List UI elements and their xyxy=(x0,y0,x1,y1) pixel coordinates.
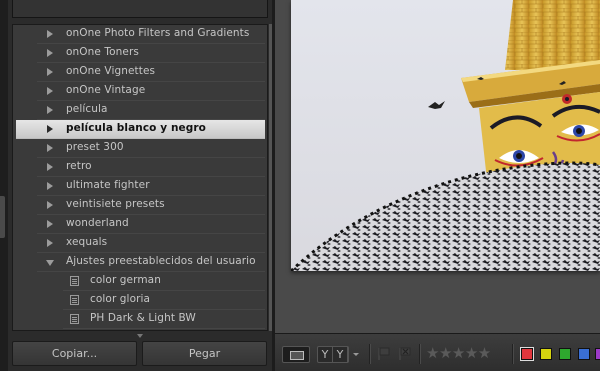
left-panel-edge xyxy=(0,0,8,371)
color-label-purple[interactable] xyxy=(595,348,600,360)
disclosure-triangle-icon[interactable] xyxy=(47,106,53,114)
reject-flag-icon[interactable] xyxy=(399,347,411,361)
presets-panel: onOne Photo Filters and Gradients onOne … xyxy=(12,24,268,331)
preset-folder-onone-toners[interactable]: onOne Toners xyxy=(37,44,265,63)
preset-item-color-gloria[interactable]: color gloria xyxy=(63,291,265,310)
preset-item-label: color gloria xyxy=(90,293,151,305)
disclosure-triangle-icon[interactable] xyxy=(47,87,53,95)
preset-folder-xequals[interactable]: xequals xyxy=(37,234,265,253)
disclosure-triangle-icon[interactable] xyxy=(47,144,53,152)
preset-folder-label: retro xyxy=(66,160,92,172)
paste-settings-button[interactable]: Pegar xyxy=(142,341,267,366)
preset-folder-label: wonderland xyxy=(66,217,129,229)
preset-folder-onone-vignettes[interactable]: onOne Vignettes xyxy=(37,63,265,82)
before-after-view-button[interactable]: Y Y xyxy=(317,346,359,363)
panel-header-strip xyxy=(12,0,268,18)
pick-flag-icon[interactable] xyxy=(378,347,390,361)
before-after-right[interactable]: Y xyxy=(333,347,348,362)
color-label-yellow[interactable] xyxy=(540,348,552,360)
preset-icon xyxy=(70,295,79,305)
chevron-down-icon[interactable] xyxy=(353,353,359,356)
stupa-photo-image xyxy=(291,0,600,271)
preset-item-label: PH Dark & Light BW xyxy=(90,312,196,324)
disclosure-triangle-icon[interactable] xyxy=(47,163,53,171)
preset-folder-label: preset 300 xyxy=(66,141,124,153)
preset-item-label: color german xyxy=(90,274,161,286)
preset-folder-onone-photo-filters[interactable]: onOne Photo Filters and Gradients xyxy=(37,25,265,44)
preset-icon xyxy=(70,276,79,286)
before-after-left[interactable]: Y xyxy=(318,347,333,362)
preset-folder-preset-300[interactable]: preset 300 xyxy=(37,139,265,158)
toolbar-separator xyxy=(369,344,370,364)
disclosure-triangle-icon[interactable] xyxy=(47,239,53,247)
preset-folder-pelicula-blanco-y-negro[interactable]: película blanco y negro xyxy=(16,120,265,139)
preset-folder-label: película blanco y negro xyxy=(66,122,206,134)
preset-folder-label: onOne Vintage xyxy=(66,84,146,96)
disclosure-triangle-icon[interactable] xyxy=(47,30,53,38)
preset-folder-veintisiete-presets[interactable]: veintisiete presets xyxy=(37,196,265,215)
preset-folder-user-presets[interactable]: Ajustes preestablecidos del usuario xyxy=(37,253,265,272)
color-label-blue[interactable] xyxy=(578,348,590,360)
preset-icon xyxy=(70,314,79,324)
chevron-down-icon[interactable] xyxy=(137,334,143,338)
image-canvas xyxy=(275,0,600,333)
preset-folder-label: Ajustes preestablecidos del usuario xyxy=(66,255,256,267)
disclosure-triangle-expanded-icon[interactable] xyxy=(46,260,54,266)
preset-folder-onone-vintage[interactable]: onOne Vintage xyxy=(37,82,265,101)
preset-folder-retro[interactable]: retro xyxy=(37,158,265,177)
color-label-green[interactable] xyxy=(559,348,571,360)
disclosure-triangle-icon[interactable] xyxy=(47,125,53,133)
preset-folder-label: onOne Photo Filters and Gradients xyxy=(66,27,250,39)
photo-preview[interactable] xyxy=(291,0,600,271)
disclosure-triangle-icon[interactable] xyxy=(47,201,53,209)
toolbar-separator xyxy=(419,344,420,364)
toolbar-separator xyxy=(512,344,513,364)
loupe-view-button[interactable] xyxy=(282,346,310,363)
bottom-toolbar: Y Y ★★★★★ xyxy=(275,333,600,371)
color-label-red[interactable] xyxy=(521,348,533,360)
preset-folder-label: onOne Toners xyxy=(66,46,139,58)
star-rating[interactable]: ★★★★★ xyxy=(426,344,491,362)
preset-item-color-german[interactable]: color german xyxy=(63,272,265,291)
preset-folder-pelicula[interactable]: película xyxy=(37,101,265,120)
preset-folder-wonderland[interactable]: wonderland xyxy=(37,215,265,234)
preset-folder-label: xequals xyxy=(66,236,108,248)
disclosure-triangle-icon[interactable] xyxy=(47,49,53,57)
preset-folder-label: ultimate fighter xyxy=(66,179,150,191)
disclosure-triangle-icon[interactable] xyxy=(47,182,53,190)
disclosure-triangle-icon[interactable] xyxy=(47,220,53,228)
copy-settings-button[interactable]: Copiar... xyxy=(12,341,137,366)
disclosure-triangle-icon[interactable] xyxy=(47,68,53,76)
preset-folder-label: onOne Vignettes xyxy=(66,65,156,77)
preset-folder-label: película xyxy=(66,103,108,115)
preset-folder-label: veintisiete presets xyxy=(66,198,165,210)
preset-item-ph-dark-light-bw[interactable]: PH Dark & Light BW xyxy=(63,310,265,329)
preset-folder-ultimate-fighter[interactable]: ultimate fighter xyxy=(37,177,265,196)
left-panel-toggle-handle[interactable] xyxy=(0,196,5,238)
